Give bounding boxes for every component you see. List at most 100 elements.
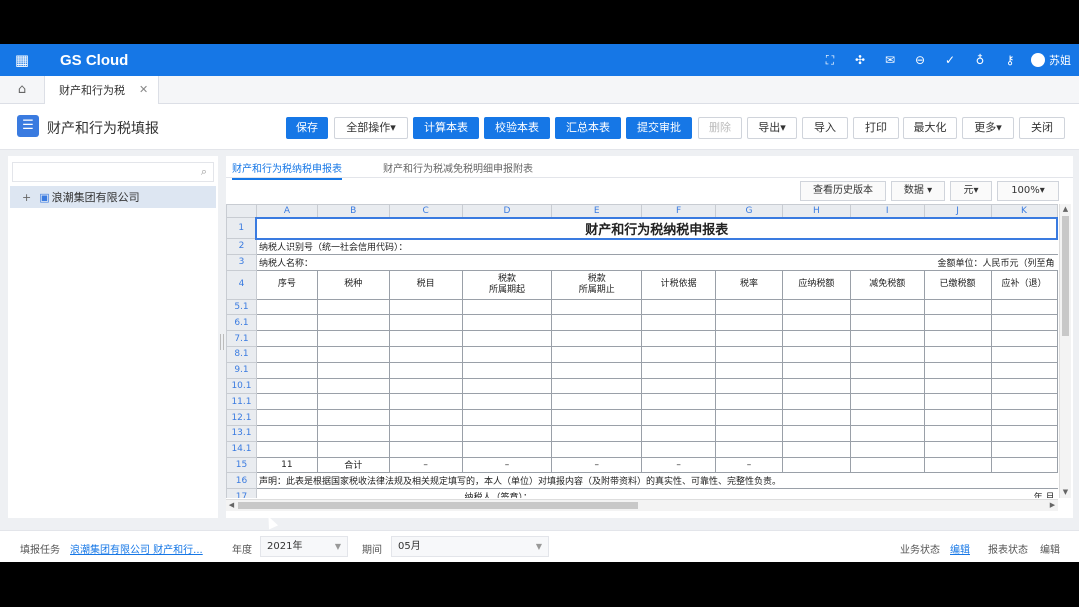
table-cell[interactable] bbox=[316, 345, 390, 363]
column-label[interactable]: 减免税额 bbox=[849, 269, 925, 300]
table-cell[interactable] bbox=[316, 409, 390, 426]
app-grid-icon[interactable]: ▦ bbox=[0, 44, 44, 76]
table-cell[interactable] bbox=[551, 361, 643, 379]
column-header[interactable]: D bbox=[461, 204, 553, 218]
table-cell[interactable] bbox=[461, 409, 553, 426]
table-cell[interactable] bbox=[781, 424, 851, 442]
table-cell[interactable] bbox=[551, 377, 643, 395]
table-cell[interactable]: 11 bbox=[255, 456, 318, 474]
table-cell[interactable] bbox=[849, 456, 925, 474]
table-cell[interactable] bbox=[641, 330, 717, 347]
column-header[interactable]: F bbox=[641, 204, 717, 218]
row-header[interactable]: 5.1 bbox=[226, 298, 257, 316]
table-cell[interactable] bbox=[849, 440, 925, 458]
table-cell[interactable] bbox=[461, 345, 553, 363]
table-cell[interactable] bbox=[461, 393, 553, 411]
table-cell[interactable] bbox=[388, 314, 463, 332]
panel-splitter[interactable] bbox=[220, 334, 224, 350]
table-cell[interactable] bbox=[316, 424, 390, 442]
table-cell[interactable]: – bbox=[461, 456, 553, 474]
tab-exemption-schedule[interactable]: 财产和行为税减免税明细申报附表 bbox=[383, 160, 533, 175]
table-cell[interactable] bbox=[849, 314, 925, 332]
table-cell[interactable] bbox=[923, 345, 992, 363]
vertical-scrollbar[interactable]: ▲ ▼ bbox=[1059, 204, 1071, 498]
table-cell[interactable] bbox=[923, 393, 992, 411]
table-cell[interactable] bbox=[316, 440, 390, 458]
table-cell[interactable] bbox=[255, 409, 318, 426]
table-cell[interactable] bbox=[781, 361, 851, 379]
tab-tax-filing[interactable]: 财产和行为税 ✕ bbox=[44, 75, 160, 104]
table-cell[interactable] bbox=[461, 298, 553, 316]
column-header[interactable]: J bbox=[923, 204, 992, 218]
table-cell[interactable] bbox=[781, 345, 851, 363]
table-cell[interactable] bbox=[923, 361, 992, 379]
column-header[interactable]: G bbox=[715, 204, 783, 218]
period-select[interactable]: 05月 ▼ bbox=[391, 536, 549, 557]
table-cell[interactable] bbox=[849, 298, 925, 316]
report-title-cell[interactable]: 财产和行为税纳税申报表 bbox=[255, 216, 1058, 240]
row-header[interactable]: 9.1 bbox=[226, 361, 257, 379]
table-cell[interactable] bbox=[255, 314, 318, 332]
tab-main-report[interactable]: 财产和行为税纳税申报表 bbox=[232, 160, 342, 180]
table-cell[interactable] bbox=[461, 440, 553, 458]
search-icon[interactable]: ⌕ bbox=[201, 165, 207, 179]
table-cell[interactable] bbox=[255, 377, 318, 395]
table-cell[interactable] bbox=[255, 393, 318, 411]
table-cell[interactable] bbox=[715, 314, 783, 332]
validate-button[interactable]: 校验本表 bbox=[484, 117, 550, 139]
table-cell[interactable] bbox=[990, 314, 1058, 332]
delete-button[interactable]: 删除 bbox=[698, 117, 742, 139]
table-cell[interactable] bbox=[990, 330, 1058, 347]
more-button[interactable]: 更多▾ bbox=[962, 117, 1014, 139]
row-header[interactable]: 14.1 bbox=[226, 440, 257, 458]
tree-search-input[interactable]: ⌕ bbox=[12, 162, 214, 182]
submit-approval-button[interactable]: 提交审批 bbox=[626, 117, 692, 139]
row-header[interactable]: 7.1 bbox=[226, 330, 257, 347]
import-button[interactable]: 导入 bbox=[802, 117, 848, 139]
scroll-thumb[interactable] bbox=[238, 502, 638, 509]
column-label[interactable]: 计税依据 bbox=[641, 269, 717, 300]
table-cell[interactable] bbox=[551, 330, 643, 347]
table-cell[interactable] bbox=[461, 424, 553, 442]
table-cell[interactable]: – bbox=[641, 456, 717, 474]
table-cell[interactable] bbox=[990, 456, 1058, 474]
table-cell[interactable] bbox=[990, 345, 1058, 363]
row-header[interactable]: 13.1 bbox=[226, 424, 257, 442]
row-header[interactable]: 4 bbox=[226, 269, 257, 300]
row-header[interactable]: 17 bbox=[226, 488, 257, 498]
table-cell[interactable] bbox=[849, 393, 925, 411]
table-cell[interactable] bbox=[551, 298, 643, 316]
tools-icon[interactable]: ✣ bbox=[845, 53, 875, 67]
row-header[interactable]: 1 bbox=[226, 217, 257, 239]
table-cell[interactable] bbox=[461, 314, 553, 332]
table-cell[interactable] bbox=[990, 440, 1058, 458]
scroll-down-icon[interactable]: ▼ bbox=[1060, 487, 1071, 498]
column-label[interactable]: 税款 所属期起 bbox=[461, 269, 553, 300]
data-dropdown[interactable]: 数据 ▾ bbox=[891, 181, 945, 201]
table-cell[interactable] bbox=[781, 377, 851, 395]
unit-dropdown[interactable]: 元▾ bbox=[950, 181, 992, 201]
signature-cell[interactable]: 纳税人（签章）： bbox=[462, 488, 783, 498]
table-cell[interactable] bbox=[781, 456, 851, 474]
table-cell[interactable] bbox=[990, 377, 1058, 395]
table-cell[interactable] bbox=[641, 424, 717, 442]
table-cell[interactable] bbox=[923, 330, 992, 347]
table-cell[interactable] bbox=[715, 330, 783, 347]
print-button[interactable]: 打印 bbox=[853, 117, 899, 139]
table-cell[interactable] bbox=[255, 361, 318, 379]
table-cell[interactable] bbox=[255, 440, 318, 458]
key-icon[interactable]: ⚷ bbox=[995, 53, 1025, 67]
table-cell[interactable] bbox=[715, 298, 783, 316]
table-cell[interactable] bbox=[990, 409, 1058, 426]
column-header[interactable]: K bbox=[990, 204, 1058, 218]
year-select[interactable]: 2021年 ▼ bbox=[260, 536, 348, 557]
chat-icon[interactable]: ⊖ bbox=[905, 53, 935, 67]
column-header[interactable]: H bbox=[781, 204, 851, 218]
column-header[interactable]: E bbox=[551, 204, 643, 218]
table-cell[interactable] bbox=[990, 361, 1058, 379]
table-cell[interactable] bbox=[388, 361, 463, 379]
row-header[interactable]: 2 bbox=[226, 238, 257, 255]
table-cell[interactable] bbox=[849, 424, 925, 442]
table-cell[interactable] bbox=[781, 330, 851, 347]
table-cell[interactable] bbox=[641, 440, 717, 458]
